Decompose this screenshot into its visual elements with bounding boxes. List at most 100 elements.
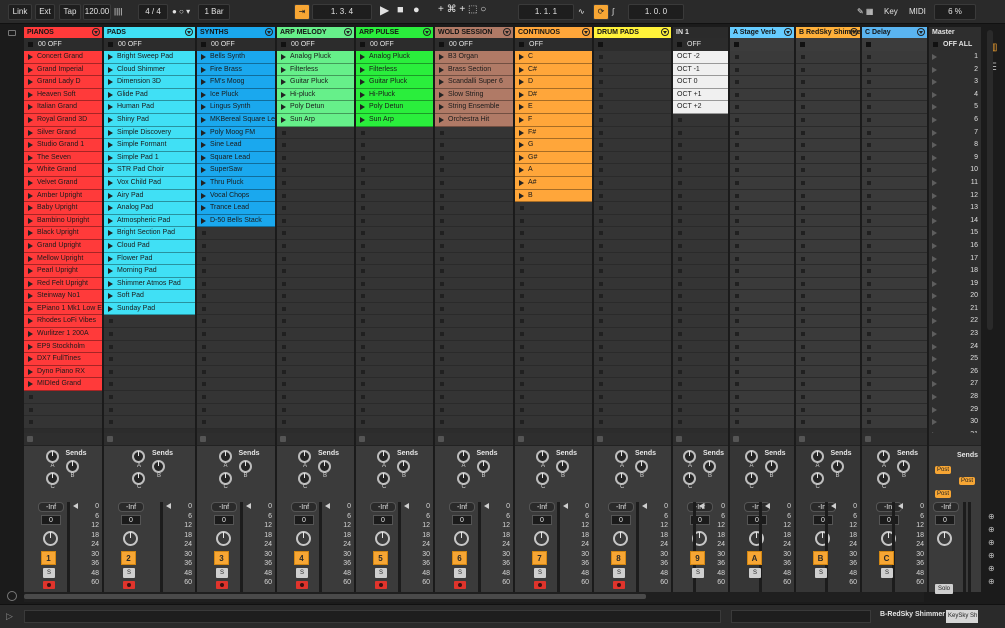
- empty-clip-slot[interactable]: [277, 365, 354, 379]
- empty-clip-slot[interactable]: [594, 353, 671, 366]
- pan-field[interactable]: 0: [532, 515, 552, 525]
- empty-clip-slot[interactable]: [673, 277, 728, 291]
- clip-slot[interactable]: Wurlitzer 1 200A: [24, 328, 102, 341]
- stop-icon[interactable]: [200, 436, 206, 442]
- clip-slot[interactable]: Amber Upright: [24, 189, 102, 203]
- empty-clip-slot[interactable]: [435, 277, 513, 291]
- track-header[interactable]: ARP PULSE: [356, 27, 433, 38]
- empty-clip-slot[interactable]: [594, 113, 671, 127]
- stop-clips-button[interactable]: 00 OFF: [197, 38, 275, 51]
- empty-clip-slot[interactable]: [104, 315, 195, 329]
- empty-clip-slot[interactable]: [673, 239, 728, 253]
- empty-clip-slot[interactable]: [104, 340, 195, 354]
- empty-clip-slot[interactable]: [356, 202, 433, 215]
- clip-slot[interactable]: FM's Moog: [197, 76, 275, 89]
- clip-slot[interactable]: Concert Grand: [24, 51, 102, 64]
- track-fold-icon[interactable]: [582, 28, 590, 36]
- scene-launch[interactable]: 20: [929, 290, 981, 303]
- empty-clip-slot[interactable]: [594, 277, 671, 291]
- track-fold-icon[interactable]: [185, 28, 193, 36]
- stop-clips-button[interactable]: 00 OFF: [356, 38, 433, 51]
- clip-slot[interactable]: Square Lead: [197, 151, 275, 165]
- pan-knob[interactable]: [43, 531, 58, 546]
- empty-clip-slot[interactable]: [515, 239, 592, 253]
- clip-slot[interactable]: Simple Discovery: [104, 126, 195, 140]
- scene-launch[interactable]: 10: [929, 164, 981, 177]
- empty-clip-slot[interactable]: [356, 164, 433, 177]
- clip-slot[interactable]: Grand Upright: [24, 239, 102, 253]
- clip-slot[interactable]: MKBereal Square Lead: [197, 113, 275, 127]
- empty-clip-slot[interactable]: [594, 403, 671, 417]
- empty-clip-slot[interactable]: [197, 353, 275, 366]
- track-activator[interactable]: 6: [452, 551, 467, 565]
- empty-clip-slot[interactable]: [277, 302, 354, 316]
- track-activator[interactable]: A: [747, 551, 762, 565]
- send-b-knob[interactable]: [764, 460, 778, 473]
- empty-clip-slot[interactable]: [673, 302, 728, 316]
- empty-clip-slot[interactable]: [356, 139, 433, 152]
- empty-clip-slot[interactable]: [594, 164, 671, 177]
- empty-clip-slot[interactable]: [673, 151, 728, 165]
- collapse-icon[interactable]: ▷: [6, 611, 13, 622]
- clip-slot[interactable]: STR Pad Choir: [104, 164, 195, 177]
- empty-clip-slot[interactable]: [104, 391, 195, 404]
- send-a-knob[interactable]: [456, 450, 470, 463]
- scene-launch[interactable]: 30: [929, 416, 981, 429]
- link-button[interactable]: Link: [8, 4, 32, 20]
- follow-icon[interactable]: ⇥: [294, 4, 310, 20]
- clip-slot[interactable]: EP9 Stockholm: [24, 340, 102, 354]
- post-button-a[interactable]: Post: [935, 466, 952, 474]
- volume-field[interactable]: -Inf: [449, 502, 475, 512]
- empty-clip-slot[interactable]: [356, 315, 433, 329]
- clip-slot[interactable]: Simple Formant: [104, 139, 195, 152]
- empty-clip-slot[interactable]: [594, 302, 671, 316]
- empty-clip-slot[interactable]: [594, 416, 671, 429]
- key-map-button[interactable]: Key: [884, 5, 898, 19]
- clip-slot[interactable]: Grand Imperial: [24, 63, 102, 77]
- empty-clip-slot[interactable]: [435, 151, 513, 165]
- nudge-icon[interactable]: ||||: [114, 5, 122, 19]
- empty-clip-slot[interactable]: [594, 63, 671, 77]
- empty-clip-slot[interactable]: [673, 365, 728, 379]
- track-header[interactable]: CONTINUOS: [515, 27, 592, 38]
- stop-clips-button[interactable]: 00 OFF: [277, 38, 354, 51]
- empty-clip-slot[interactable]: [594, 315, 671, 329]
- clip-slot[interactable]: Guitar Pluck: [277, 76, 354, 89]
- empty-clip-slot[interactable]: [356, 189, 433, 203]
- empty-clip-slot[interactable]: [277, 214, 354, 228]
- empty-clip-slot[interactable]: [673, 202, 728, 215]
- stop-icon[interactable]: [107, 436, 113, 442]
- send-a-knob[interactable]: [877, 450, 890, 463]
- clip-slot[interactable]: Velvet Grand: [24, 176, 102, 190]
- clip-slot[interactable]: Brass Section: [435, 63, 513, 77]
- horizontal-scrollbar[interactable]: [24, 592, 924, 602]
- clip-slot[interactable]: F: [515, 113, 592, 127]
- clip-slot[interactable]: B3 Organ: [435, 51, 513, 64]
- volume-field[interactable]: -Inf: [529, 502, 555, 512]
- empty-clip-slot[interactable]: [277, 290, 354, 303]
- track-activator[interactable]: 8: [611, 551, 626, 565]
- solo-button[interactable]: S: [815, 568, 827, 578]
- clip-slot[interactable]: Fire Brass: [197, 63, 275, 77]
- arm-button[interactable]: [534, 581, 546, 589]
- master-pan[interactable]: 0: [935, 515, 955, 525]
- empty-clip-slot[interactable]: [673, 353, 728, 366]
- clip-slot[interactable]: Filterless: [277, 63, 354, 77]
- volume-field[interactable]: -Inf: [370, 502, 396, 512]
- scene-launch[interactable]: 1: [929, 51, 981, 64]
- empty-clip-slot[interactable]: [435, 315, 513, 329]
- empty-clip-slot[interactable]: [435, 176, 513, 190]
- empty-clip-slot[interactable]: [673, 315, 728, 329]
- empty-clip-slot[interactable]: [594, 391, 671, 404]
- punch-icon[interactable]: ∫: [612, 5, 614, 19]
- send-b-knob[interactable]: [556, 460, 569, 473]
- stop-icon[interactable]: [438, 436, 444, 442]
- clip-slot[interactable]: Bells Synth: [197, 51, 275, 64]
- empty-clip-slot[interactable]: [277, 328, 354, 341]
- empty-clip-slot[interactable]: [104, 403, 195, 417]
- empty-clip-slot[interactable]: [435, 290, 513, 303]
- scene-launch[interactable]: 18: [929, 265, 981, 278]
- scene-launch[interactable]: 21: [929, 303, 981, 316]
- clip-slot[interactable]: Orchestra Hit: [435, 113, 513, 127]
- fader-handle[interactable]: [325, 503, 330, 509]
